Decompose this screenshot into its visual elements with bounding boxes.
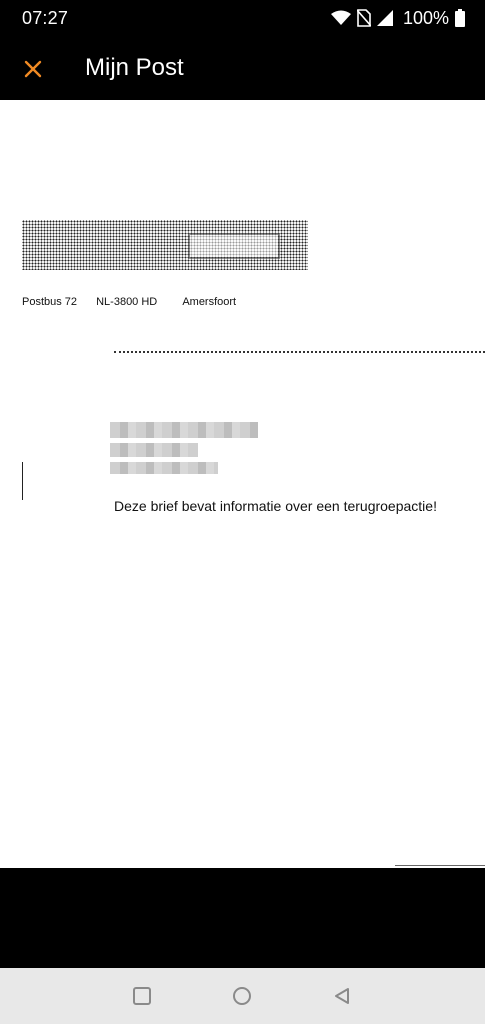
viewer-background: [0, 868, 485, 968]
letterhead-logo: [22, 220, 308, 270]
document-edge: [395, 865, 485, 866]
address-city: Amersfoort: [182, 296, 237, 308]
redacted-recipient-line: [110, 443, 198, 457]
battery-percentage: 100%: [402, 7, 449, 28]
screen: 07:27 100% Mijn Post Postbus 72 NL-3800 …: [0, 0, 485, 1024]
address-window-line: [114, 351, 485, 353]
redacted-recipient-line: [110, 462, 218, 474]
recents-icon: [133, 987, 151, 1005]
wifi-icon: [330, 10, 351, 25]
sender-address: Postbus 72 NL-3800 HD Amersfoort: [22, 296, 236, 308]
status-bar: 07:27 100%: [0, 0, 485, 38]
home-icon: [233, 987, 251, 1005]
address-postcode: NL-3800 HD: [96, 296, 158, 308]
home-button[interactable]: [230, 984, 254, 1008]
navigation-bar: [0, 968, 485, 1024]
redacted-recipient-line: [110, 422, 258, 438]
page-title: Mijn Post: [85, 54, 184, 81]
document-viewer[interactable]: Postbus 72 NL-3800 HD Amersfoort Deze br…: [0, 100, 485, 868]
battery-icon: [455, 9, 465, 27]
fold-mark: [22, 462, 23, 500]
recall-notice: Deze brief bevat informatie over een ter…: [114, 498, 437, 514]
back-icon: [335, 988, 349, 1004]
status-icons: 100%: [330, 7, 465, 28]
logo-mark: [188, 233, 280, 259]
app-bar: Mijn Post: [0, 38, 485, 100]
status-time: 07:27: [22, 8, 69, 28]
address-postbus: Postbus 72: [22, 296, 78, 308]
back-button[interactable]: [330, 984, 354, 1008]
no-sim-icon: [356, 9, 371, 27]
recents-button[interactable]: [130, 984, 154, 1008]
close-button[interactable]: [16, 52, 50, 86]
close-icon: [24, 60, 42, 78]
signal-icon: [376, 10, 393, 26]
